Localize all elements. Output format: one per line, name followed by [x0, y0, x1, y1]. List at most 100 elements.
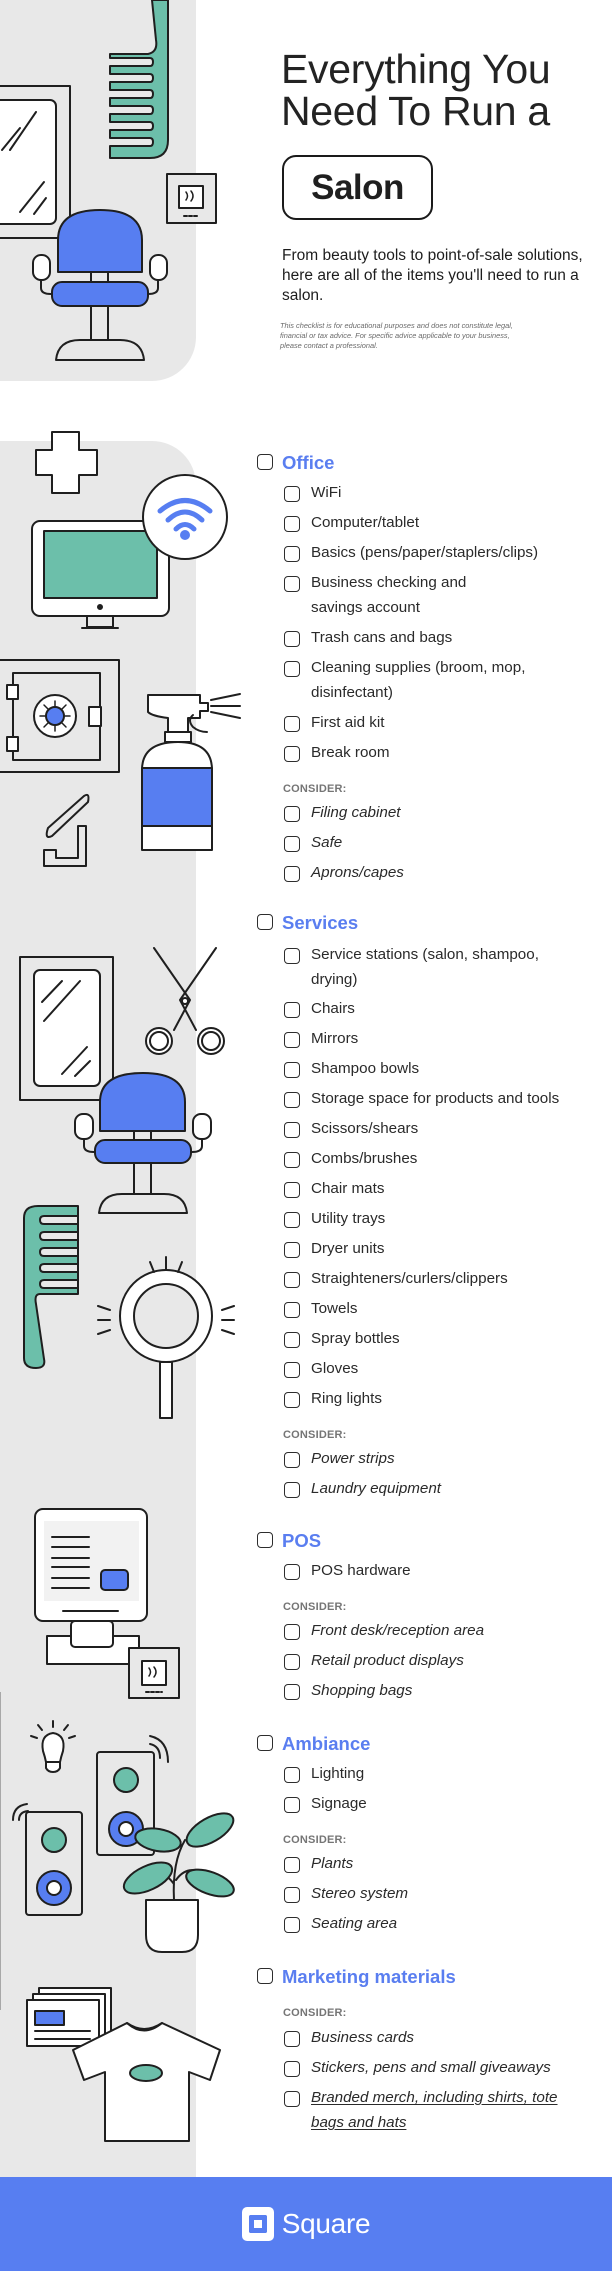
checklist-item-optional[interactable]: Power strips — [284, 1450, 395, 1471]
checkbox[interactable] — [284, 1362, 300, 1378]
checklist-item-optional[interactable]: Safe — [284, 834, 342, 855]
checkbox[interactable] — [284, 806, 300, 822]
scissors-icon — [145, 947, 225, 1055]
checklist-item[interactable]: Straighteners/curlers/clippers — [284, 1270, 508, 1291]
checkbox[interactable] — [284, 948, 300, 964]
checklist-item[interactable]: Mirrors — [284, 1030, 358, 1051]
checklist-item[interactable]: Cleaning supplies (broom, mop, disinfect… — [284, 659, 576, 705]
footer-bar: Square — [0, 2177, 612, 2271]
checkbox[interactable] — [284, 1002, 300, 1018]
checkbox[interactable] — [284, 1452, 300, 1468]
checkbox[interactable] — [284, 1392, 300, 1408]
checkbox[interactable] — [257, 1532, 273, 1548]
section-pos[interactable]: POS — [257, 1531, 321, 1550]
checklist-item[interactable]: Spray bottles — [284, 1330, 400, 1351]
item-label: Gloves — [311, 1360, 359, 1377]
checklist-item[interactable]: Service stations (salon, shampoo, drying… — [284, 946, 576, 992]
checklist-item-optional[interactable]: Retail product displays — [284, 1652, 464, 1673]
checklist-item-optional[interactable]: Seating area — [284, 1915, 397, 1936]
checkbox[interactable] — [284, 1302, 300, 1318]
checkbox[interactable] — [284, 576, 300, 592]
checklist-item[interactable]: Storage space for products and tools — [284, 1090, 559, 1111]
checklist-item[interactable]: Shampoo bowls — [284, 1060, 419, 1081]
checkbox[interactable] — [284, 1654, 300, 1670]
checklist-item-optional[interactable]: Aprons/capes — [284, 864, 404, 885]
checkbox[interactable] — [284, 1624, 300, 1640]
checkbox[interactable] — [284, 546, 300, 562]
checklist-item[interactable]: Utility trays — [284, 1210, 385, 1231]
checklist-item-optional[interactable]: Business cards — [284, 2029, 414, 2050]
checkbox[interactable] — [284, 516, 300, 532]
checkbox[interactable] — [284, 486, 300, 502]
item-label: Signage — [311, 1795, 367, 1812]
checklist-item-optional[interactable]: Filing cabinet — [284, 804, 401, 825]
section-heading: Services — [282, 912, 359, 933]
checkbox[interactable] — [257, 454, 273, 470]
checklist-item-optional[interactable]: Front desk/reception area — [284, 1622, 484, 1643]
checkbox[interactable] — [284, 866, 300, 882]
checklist-item[interactable]: Trash cans and bags — [284, 629, 452, 650]
checkbox[interactable] — [284, 631, 300, 647]
checklist-item[interactable]: Basics (pens/paper/staplers/clips) — [284, 544, 538, 565]
section-office[interactable]: Office — [257, 453, 334, 472]
checkbox[interactable] — [284, 836, 300, 852]
checklist-item[interactable]: WiFi — [284, 484, 341, 505]
checklist-item-optional[interactable]: Plants — [284, 1855, 353, 1876]
checklist-item[interactable]: Scissors/shears — [284, 1120, 418, 1141]
checkbox[interactable] — [284, 2031, 300, 2047]
checkbox[interactable] — [284, 1917, 300, 1933]
checkbox[interactable] — [284, 746, 300, 762]
checklist-item[interactable]: Towels — [284, 1300, 357, 1321]
checkbox[interactable] — [284, 661, 300, 677]
checklist-item[interactable]: Break room — [284, 744, 390, 765]
checklist-item[interactable]: Chairs — [284, 1000, 355, 1021]
checkbox[interactable] — [284, 1887, 300, 1903]
item-label: Combs/brushes — [311, 1150, 418, 1167]
checkbox[interactable] — [284, 1332, 300, 1348]
checkbox[interactable] — [257, 1968, 273, 1984]
checkbox[interactable] — [284, 2091, 300, 2107]
checklist-item[interactable]: Signage — [284, 1795, 367, 1816]
branded-merch-link[interactable]: Branded merch, including shirts, tote ba… — [311, 2085, 571, 2135]
checkbox[interactable] — [284, 1182, 300, 1198]
checkbox[interactable] — [284, 1212, 300, 1228]
checklist-item[interactable]: Dryer units — [284, 1240, 384, 1261]
section-ambiance[interactable]: Ambiance — [257, 1734, 370, 1753]
checkbox[interactable] — [284, 1797, 300, 1813]
checkbox[interactable] — [284, 1767, 300, 1783]
square-logo[interactable]: Square — [241, 2207, 371, 2241]
checklist-item-optional[interactable]: Shopping bags — [284, 1682, 412, 1703]
checkbox[interactable] — [284, 1032, 300, 1048]
section-marketing-materials[interactable]: Marketing materials — [257, 1967, 456, 1986]
checkbox[interactable] — [284, 2061, 300, 2077]
checklist-item[interactable]: First aid kit — [284, 714, 384, 735]
checklist-item[interactable]: Chair mats — [284, 1180, 384, 1201]
checklist-item-optional[interactable]: Stereo system — [284, 1885, 408, 1906]
checklist-item-optional-link[interactable]: Branded merch, including shirts, tote ba… — [284, 2089, 571, 2135]
checklist-item[interactable]: Computer/tablet — [284, 514, 419, 535]
checklist-item[interactable]: Lighting — [284, 1765, 364, 1786]
checkbox[interactable] — [257, 1735, 273, 1751]
checkbox[interactable] — [284, 1242, 300, 1258]
checkbox[interactable] — [257, 914, 273, 930]
checkbox[interactable] — [284, 1857, 300, 1873]
section-services[interactable]: Services — [257, 913, 358, 932]
checkbox[interactable] — [284, 1684, 300, 1700]
checkbox[interactable] — [284, 1122, 300, 1138]
checklist-item-optional[interactable]: Stickers, pens and small giveaways — [284, 2059, 551, 2080]
checklist-item[interactable]: Business checking and savings account — [284, 574, 516, 620]
checkbox[interactable] — [284, 1482, 300, 1498]
checklist-item[interactable]: Ring lights — [284, 1390, 382, 1411]
checkbox[interactable] — [284, 1062, 300, 1078]
checklist-item[interactable]: POS hardware — [284, 1562, 411, 1583]
checklist-item-optional[interactable]: Laundry equipment — [284, 1480, 441, 1501]
item-label: Mirrors — [311, 1030, 359, 1047]
item-label: Service stations (salon, shampoo, drying… — [311, 946, 539, 988]
checkbox[interactable] — [284, 716, 300, 732]
checklist-item[interactable]: Gloves — [284, 1360, 358, 1381]
checkbox[interactable] — [284, 1564, 300, 1580]
checklist-item[interactable]: Combs/brushes — [284, 1150, 417, 1171]
checkbox[interactable] — [284, 1152, 300, 1168]
checkbox[interactable] — [284, 1092, 300, 1108]
checkbox[interactable] — [284, 1272, 300, 1288]
